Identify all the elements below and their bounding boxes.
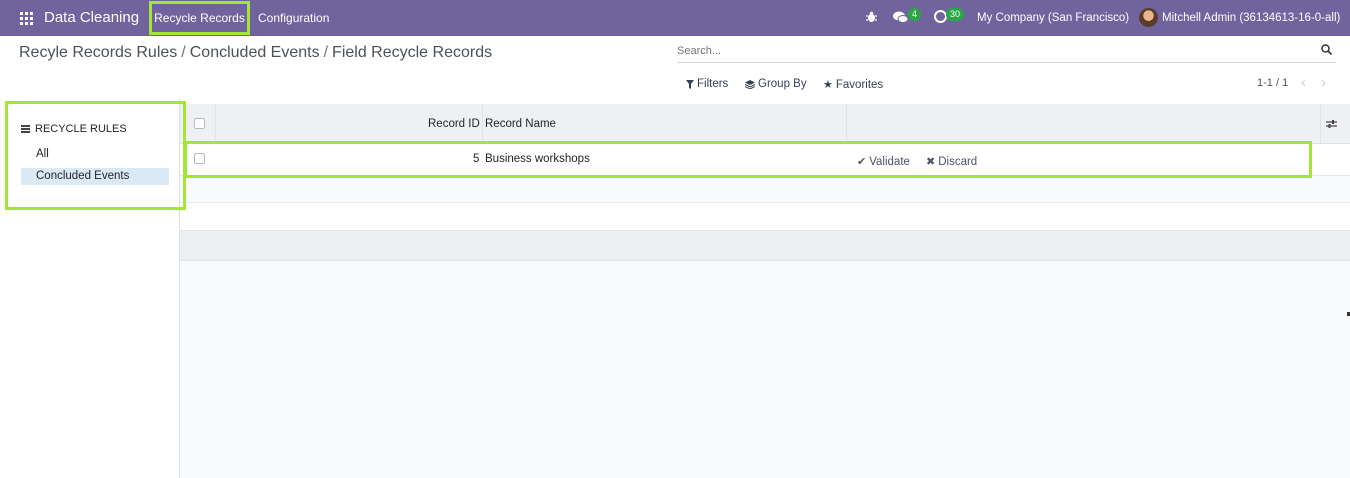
group-by-label: Group By bbox=[758, 78, 807, 90]
row-highlight bbox=[184, 141, 1312, 178]
menu-configuration[interactable]: Configuration bbox=[258, 11, 329, 25]
pager-next-icon[interactable]: › bbox=[1321, 74, 1326, 91]
empty-row bbox=[180, 176, 1350, 203]
debug-bug-icon[interactable] bbox=[866, 11, 877, 26]
breadcrumb-item-concluded[interactable]: Concluded Events bbox=[190, 44, 320, 61]
favorites-button[interactable]: ★ Favorites bbox=[823, 78, 884, 92]
activity-clock-icon[interactable] bbox=[934, 10, 947, 23]
menu-recycle-records[interactable]: Recycle Records bbox=[149, 1, 250, 35]
pager-previous-icon[interactable]: ‹ bbox=[1301, 74, 1306, 91]
optional-columns-icon[interactable] bbox=[1326, 118, 1337, 132]
star-icon: ★ bbox=[823, 79, 833, 91]
side-panel-highlight bbox=[5, 101, 186, 210]
breadcrumb-separator: / bbox=[323, 44, 329, 61]
layers-icon bbox=[745, 79, 755, 89]
table-header bbox=[180, 104, 1350, 144]
top-navbar: Data Cleaning Recycle Records Configurat… bbox=[0, 0, 1350, 36]
search-icon[interactable] bbox=[1321, 44, 1332, 55]
breadcrumb: Recyle Records Rules / Concluded Events / Fi… bbox=[19, 44, 492, 62]
group-by-button[interactable]: Group By bbox=[745, 78, 807, 90]
breadcrumb-separator: / bbox=[181, 44, 186, 61]
breadcrumb-item-current: Field Recycle Records bbox=[332, 44, 493, 61]
messages-chat-icon[interactable] bbox=[893, 11, 909, 27]
messages-count-badge: 4 bbox=[908, 8, 922, 21]
table-footer bbox=[180, 231, 1350, 261]
breadcrumb-item-rules[interactable]: Recyle Records Rules bbox=[19, 44, 177, 61]
user-menu[interactable]: Mitchell Admin (36134613-16-0-all) bbox=[1162, 12, 1340, 24]
company-switcher[interactable]: My Company (San Francisco) bbox=[977, 12, 1129, 24]
favorites-label: Favorites bbox=[835, 78, 884, 91]
activity-count-badge: 30 bbox=[946, 8, 965, 21]
column-divider bbox=[215, 104, 216, 144]
filters-label: Filters bbox=[697, 78, 729, 90]
column-header-record-id[interactable]: Record ID bbox=[428, 118, 480, 130]
empty-row bbox=[180, 203, 1350, 231]
user-avatar[interactable] bbox=[1139, 8, 1158, 27]
pager-value[interactable]: 1-1 / 1 bbox=[1257, 77, 1288, 89]
search-bar bbox=[677, 41, 1336, 63]
apps-menu-icon[interactable] bbox=[20, 12, 33, 25]
search-input[interactable] bbox=[677, 41, 1307, 61]
column-header-record-name[interactable]: Record Name bbox=[485, 118, 556, 130]
app-title[interactable]: Data Cleaning bbox=[44, 9, 139, 26]
column-divider bbox=[1320, 104, 1321, 144]
select-all-checkbox[interactable] bbox=[194, 118, 205, 129]
column-divider bbox=[846, 104, 847, 144]
filter-icon bbox=[686, 79, 694, 89]
filters-button[interactable]: Filters bbox=[686, 78, 728, 90]
column-divider bbox=[482, 104, 483, 144]
